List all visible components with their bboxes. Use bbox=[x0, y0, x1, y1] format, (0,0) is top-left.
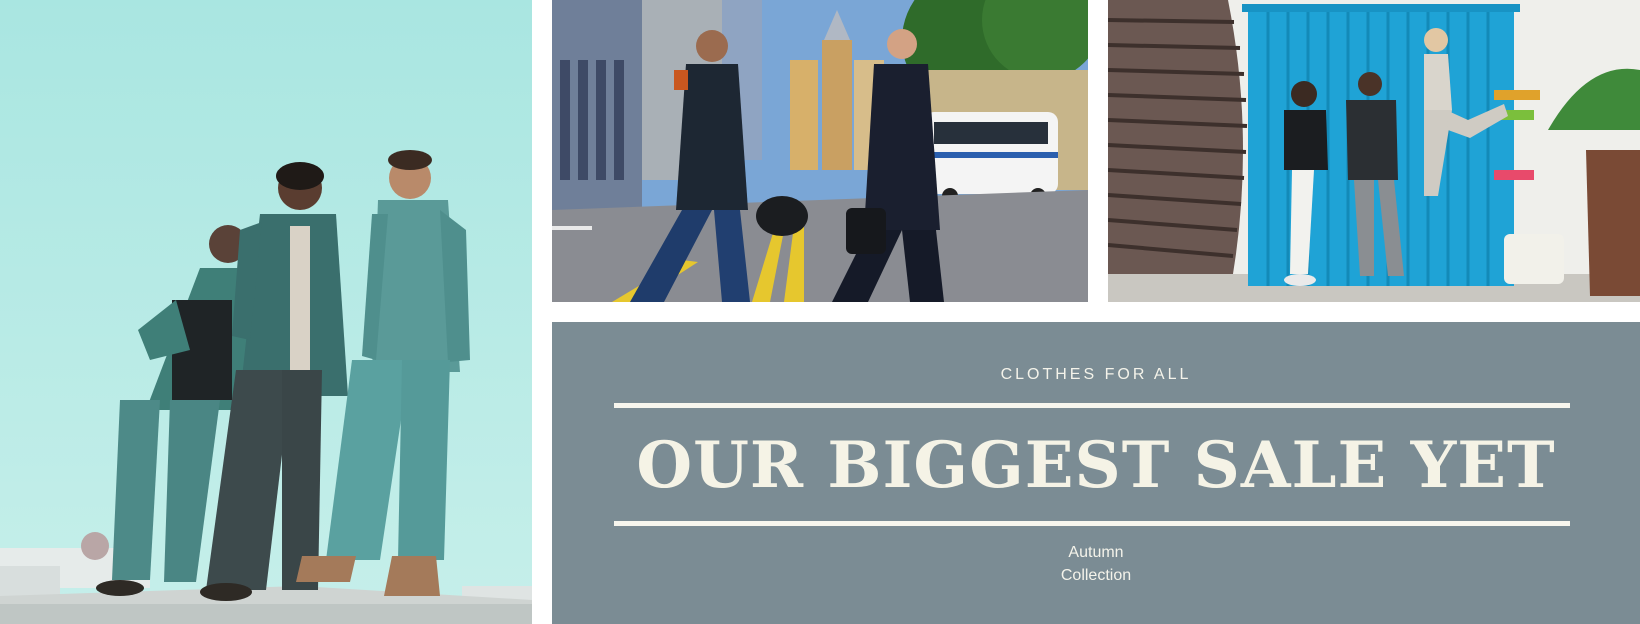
promo-banner: CLOTHES FOR ALL OUR BIGGEST SALE YET Aut… bbox=[552, 322, 1640, 624]
athletes-container-photo bbox=[1108, 0, 1640, 302]
promo-caption-line2: Collection bbox=[1060, 567, 1132, 584]
promo-caption-line1: Autumn bbox=[1068, 544, 1124, 561]
promo-subtitle: CLOTHES FOR ALL bbox=[1000, 366, 1192, 383]
athletes-container-image bbox=[1108, 0, 1640, 302]
promo-divider-bottom bbox=[614, 521, 1570, 526]
rooftop-men-image bbox=[0, 0, 532, 624]
rooftop-men-photo bbox=[0, 0, 532, 624]
street-crossing-image bbox=[552, 0, 1088, 302]
promo-divider-top bbox=[614, 403, 1570, 408]
promo-headline: OUR BIGGEST SALE YET bbox=[636, 428, 1556, 503]
street-crossing-photo bbox=[552, 0, 1088, 302]
